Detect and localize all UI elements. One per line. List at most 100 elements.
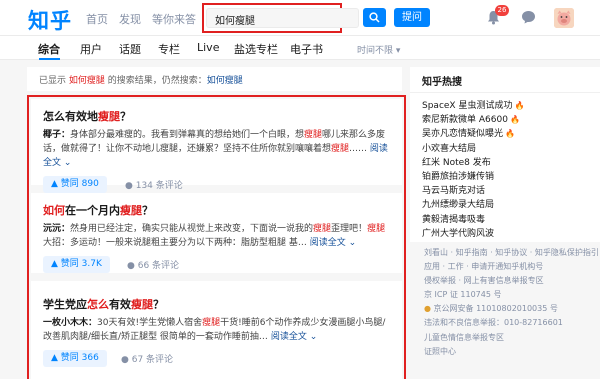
hot-search-item[interactable]: SpaceX 星虫测试成功 🔥 [422, 99, 524, 113]
result-excerpt[interactable]: 椰子：身体部分最难瘦的。我看到弹幕真的想给她们一个白眼，想瘦腿哪儿来那么多废话，… [43, 128, 393, 170]
footer-line[interactable]: 京 ICP 证 110745 号 [424, 288, 600, 302]
tab-topics[interactable]: 话题 [119, 41, 141, 57]
hot-search-item[interactable]: 广州大学代购风波 [422, 227, 524, 241]
title-keyword: 瘦腿 [120, 204, 142, 217]
result-title[interactable]: 如何在一个月内瘦腿？ [43, 203, 390, 218]
excerpt-keyword: 瘦腿 [367, 224, 386, 234]
tab-ebooks[interactable]: 电子书 [290, 41, 323, 57]
chevron-down-icon: ▾ [395, 46, 401, 56]
nav-explore[interactable]: 发现 [119, 11, 141, 27]
read-more-link[interactable]: 阅读全文 [310, 238, 346, 248]
divider [410, 92, 600, 93]
footer-line[interactable]: 证照中心 [424, 345, 600, 359]
time-filter-dropdown[interactable]: 时间不限 ▾ [357, 43, 400, 56]
result-actions: ▲ 赞同 366 ● 67 条评论 [43, 350, 390, 367]
footer-line[interactable]: ● 京公网安备 11010802010035 号 [424, 302, 600, 316]
hot-search-text: 马云马斯克对话 [422, 186, 486, 197]
hot-search-text: 黄毅清揭毒吸毒 [422, 214, 486, 225]
fire-icon: 🔥 [505, 129, 515, 139]
upvote-button[interactable]: ▲ 赞同 366 [43, 350, 107, 367]
result-excerpt[interactable]: 一枚小木木：30天有效!学生党懒人宿舍瘦腿干货!睡前6个动作养成少女漫画腿小鸟腿… [43, 316, 393, 344]
comments-button[interactable]: ● 67 条评论 [121, 352, 173, 365]
upvote-count: 赞同 366 [60, 353, 99, 363]
notice-original-search-link[interactable]: 如何瘦腿 [207, 76, 243, 86]
excerpt-text: 大招：多运动！一般来说腿粗主要分为以下两种：脂肪型粗腿 基… [43, 238, 307, 248]
title-text: ？ [142, 204, 153, 217]
search-button[interactable] [363, 8, 386, 27]
hot-search-item[interactable]: 红米 Note8 发布 [422, 156, 524, 170]
fire-icon: 🔥 [509, 115, 520, 125]
hot-search-text: 红米 Note8 发布 [422, 157, 491, 168]
hot-search-item[interactable]: 吴亦凡恋情疑似曝光 🔥 [422, 127, 524, 141]
search-results-highlight-box: 怎么有效地瘦腿？ 椰子：身体部分最难瘦的。我看到弹幕真的想给她们一个白眼，想瘦腿… [27, 95, 406, 379]
result-actions: ▲ 赞同 3.7K ● 66 条评论 [43, 256, 390, 273]
hot-search-text: 广州大学代购风波 [422, 228, 495, 239]
excerpt-text: 身体部分最难瘦的。我看到弹幕真的想给她们一个白眼，想 [70, 130, 305, 140]
hot-search-title: 知乎热搜 [422, 77, 462, 88]
comment-icon: ● [121, 355, 132, 365]
search-type-tabs: 综合 用户 话题 专栏 Live 盐选专栏 电子书 时间不限 ▾ [0, 36, 600, 60]
active-tab-indicator [39, 58, 60, 60]
messages-icon[interactable] [521, 10, 536, 24]
result-title[interactable]: 怎么有效地瘦腿？ [43, 109, 390, 124]
search-icon [369, 12, 380, 23]
result-card: 学生党应怎么有效瘦腿？ 一枚小木木：30天有效!学生党懒人宿舍瘦腿干货!睡前6个… [31, 281, 402, 379]
author-name: 一枚小木木： [43, 318, 98, 328]
hot-search-item[interactable]: 索尼新款微单 A6600 🔥 [422, 113, 524, 127]
excerpt-keyword: 瘦腿 [331, 144, 350, 154]
ask-question-button[interactable]: 提问 [394, 8, 430, 27]
read-more-link[interactable]: 阅读全文 [271, 332, 307, 342]
comments-button[interactable]: ● 134 条评论 [125, 178, 183, 191]
upvote-arrow-icon: ▲ [51, 179, 61, 189]
hot-search-item[interactable]: 马云马斯克对话 [422, 184, 524, 198]
footer-line[interactable]: 应用 · 工作 · 申请开通知乎机构号 [424, 260, 600, 274]
notice-keyword: 如何瘦腿 [68, 76, 105, 86]
title-text: 学生党应 [43, 298, 87, 311]
comment-count: 67 条评论 [131, 355, 174, 365]
footer-line[interactable]: 违法和不良信息举报：010-82716601 [424, 316, 600, 330]
footer-line[interactable]: 刘看山 · 知乎指南 · 知乎协议 · 知乎隐私保护指引 [424, 246, 600, 260]
hot-search-item[interactable]: 黄毅清揭毒吸毒 [422, 213, 524, 227]
police-badge-icon: ● [424, 304, 434, 314]
footer-links: 刘看山 · 知乎指南 · 知乎协议 · 知乎隐私保护指引 应用 · 工作 · 申… [424, 246, 600, 359]
footer-line[interactable]: 侵权举报 · 网上有害信息举报专区 [424, 274, 600, 288]
top-header: 知乎 首页 发现 等你来答 如何瘦腿 提问 26 [0, 0, 600, 36]
user-avatar[interactable] [554, 8, 574, 28]
result-actions: ▲ 赞同 890 ● 134 条评论 [43, 176, 390, 193]
search-input[interactable]: 如何瘦腿 [206, 8, 359, 28]
chevron-down-icon: ⌄ [306, 332, 318, 342]
upvote-count: 赞同 890 [60, 179, 99, 189]
tab-salt-columns[interactable]: 盐选专栏 [234, 41, 278, 57]
upvote-button[interactable]: ▲ 赞同 3.7K [43, 256, 110, 273]
hot-search-item[interactable]: 九州缥缈录大结局 [422, 198, 524, 212]
upvote-count: 赞同 3.7K [60, 259, 102, 269]
result-title[interactable]: 学生党应怎么有效瘦腿？ [43, 297, 390, 312]
excerpt-keyword: 瘦腿 [313, 224, 332, 234]
excerpt-keyword: 瘦腿 [304, 130, 323, 140]
zhihu-logo[interactable]: 知乎 [28, 5, 72, 35]
title-keyword: 如何 [43, 204, 65, 217]
nav-home[interactable]: 首页 [86, 11, 108, 27]
chevron-down-icon: ⌄ [61, 158, 72, 168]
hot-search-text: 索尼新款微单 A6600 [422, 115, 508, 126]
result-excerpt[interactable]: 沅沅：然身用已经注定，确实只能从视觉上来改变，下面说一说我的瘦腿歪理吧！瘦腿大招… [43, 222, 393, 250]
excerpt-text: …… [349, 144, 368, 154]
upvote-arrow-icon: ▲ [51, 259, 61, 269]
tab-columns[interactable]: 专栏 [158, 41, 180, 57]
tab-general[interactable]: 综合 [38, 41, 60, 57]
title-text: ？ [153, 298, 164, 311]
chevron-down-icon: ⌄ [345, 238, 357, 248]
notification-badge: 26 [495, 5, 509, 16]
search-correction-notice: 已显示 如何瘦腿 的搜索结果，仍然搜索：如何瘦腿 [27, 67, 402, 91]
hot-search-item[interactable]: 铂爵旅拍涉嫌传销 [422, 170, 524, 184]
hot-search-text: 铂爵旅拍涉嫌传销 [422, 171, 495, 182]
tab-users[interactable]: 用户 [80, 41, 102, 57]
tab-live[interactable]: Live [197, 41, 219, 54]
pig-avatar-icon [554, 8, 574, 28]
comment-count: 66 条评论 [137, 261, 180, 271]
upvote-button[interactable]: ▲ 赞同 890 [43, 176, 107, 193]
footer-line[interactable]: 儿童色情信息举报专区 [424, 331, 600, 345]
hot-search-item[interactable]: 小欢喜大结局 [422, 142, 524, 156]
nav-waiting-answers[interactable]: 等你来答 [152, 11, 196, 27]
comments-button[interactable]: ● 66 条评论 [127, 258, 179, 271]
